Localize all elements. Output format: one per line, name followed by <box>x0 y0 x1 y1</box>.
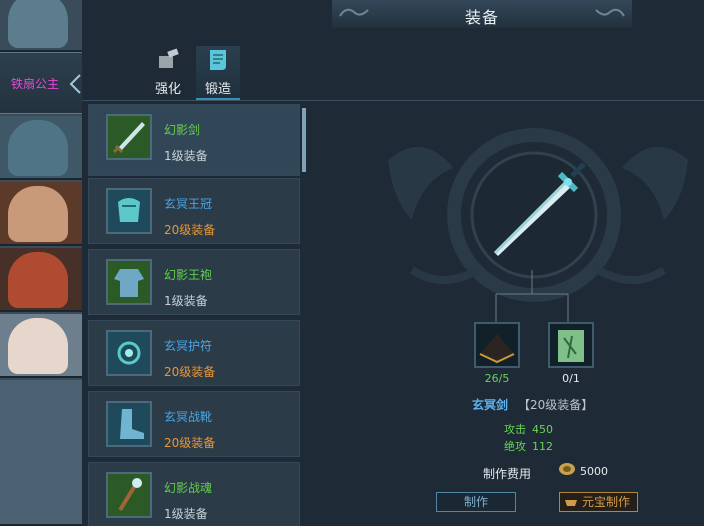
hero-portrait-2[interactable] <box>0 116 82 180</box>
item-level: 20级装备 <box>164 365 216 379</box>
item-name: 幻影战魂 <box>164 481 213 495</box>
recipe-tree-lines <box>495 270 569 326</box>
list-item[interactable]: 幻影剑 1级装备 <box>88 104 300 176</box>
material-count-1: 26/5 <box>484 372 510 385</box>
item-slot <box>106 401 152 447</box>
hero-portrait-6[interactable] <box>0 380 82 526</box>
tab-divider <box>82 100 704 101</box>
item-slot <box>106 472 152 518</box>
item-level: 1级装备 <box>164 294 208 308</box>
item-name: 玄冥战靴 <box>164 410 213 424</box>
stat-label: 攻击 <box>504 423 526 436</box>
item-level: 1级装备 <box>164 149 208 163</box>
material-slot-2[interactable] <box>548 322 594 368</box>
tab-forge[interactable]: 锻造 <box>196 46 240 100</box>
tab-enhance[interactable]: 强化 <box>146 46 190 100</box>
stat-value: 112 <box>532 440 553 453</box>
list-item[interactable]: 玄冥王冠 20级装备 <box>88 178 300 244</box>
ore-pile-icon <box>479 334 515 364</box>
equipment-list: 幻影剑 1级装备 玄冥王冠 20级装备 幻影王袍 1级装备 玄冥护符 20级装备… <box>88 104 306 526</box>
hero-column: 铁扇公主 <box>0 0 82 526</box>
hero-selected-name: 铁扇公主 <box>10 77 59 91</box>
stat-crit-attack: 绝攻 112 <box>504 438 553 454</box>
item-name: 幻影王袍 <box>164 268 213 282</box>
hero-face <box>8 120 68 176</box>
hero-portrait-4[interactable] <box>0 248 82 312</box>
item-level: 20级装备 <box>164 223 216 237</box>
item-slot <box>106 330 152 376</box>
window-title: 装备 <box>464 8 499 27</box>
list-item[interactable]: 幻影战魂 1级装备 <box>88 462 300 526</box>
result-item-name: 玄冥剑 <box>472 398 509 412</box>
coin-icon <box>559 463 575 475</box>
stat-label: 绝攻 <box>504 440 526 453</box>
item-slot <box>106 114 152 160</box>
cloud-ornament-icon <box>595 8 625 17</box>
cost-label: 制作费用 <box>483 467 532 481</box>
hero-portrait-1[interactable] <box>0 0 82 52</box>
hero-portrait-3[interactable] <box>0 182 82 246</box>
stat-value: 450 <box>532 423 553 436</box>
cost-value: 5000 <box>580 465 608 478</box>
boots-icon <box>108 403 150 445</box>
list-item[interactable]: 玄冥护符 20级装备 <box>88 320 300 386</box>
amulet-icon <box>108 332 150 374</box>
stat-attack: 攻击 450 <box>504 421 553 437</box>
item-name: 幻影剑 <box>164 123 201 137</box>
chevron-left-icon <box>69 74 81 94</box>
result-sword-icon <box>494 162 586 256</box>
item-slot <box>106 188 152 234</box>
title-bar: 装备 <box>332 0 632 28</box>
hero-face <box>8 0 68 48</box>
gold-make-label: 元宝制作 <box>582 495 631 509</box>
item-slot <box>106 259 152 305</box>
hero-selected-slot[interactable]: 铁扇公主 <box>0 52 82 114</box>
result-item-level: 【20级装备】 <box>518 398 594 412</box>
crown-icon <box>108 190 150 232</box>
hero-face <box>8 252 68 308</box>
item-name: 玄冥护符 <box>164 339 213 353</box>
item-level: 20级装备 <box>164 436 216 450</box>
tab-forge-label: 锻造 <box>204 82 231 97</box>
staff-icon <box>108 474 150 516</box>
make-button[interactable]: 制作 <box>436 492 516 512</box>
tab-enhance-label: 强化 <box>154 82 181 97</box>
anvil-icon <box>159 48 179 68</box>
equipment-panel: 装备 强化 锻造 幻影剑 1级装备 玄冥王冠 20级装备 幻影王袍 1级装备 玄… <box>82 0 704 526</box>
craft-area: 26/5 0/1 玄冥剑 【20级装备】 攻击 450 绝攻 112 制作费用 50… <box>302 102 704 526</box>
sword-icon <box>108 116 150 158</box>
material-count-2: 0/1 <box>562 372 580 385</box>
scroll-icon <box>210 50 226 70</box>
material-slot-1[interactable] <box>474 322 520 368</box>
gold-make-button[interactable]: 元宝制作 <box>559 492 638 512</box>
hero-face <box>8 318 68 374</box>
gold-ingot-icon <box>565 500 577 506</box>
list-item[interactable]: 幻影王袍 1级装备 <box>88 249 300 315</box>
list-item[interactable]: 玄冥战靴 20级装备 <box>88 391 300 457</box>
hero-face <box>8 186 68 242</box>
item-name: 玄冥王冠 <box>164 197 213 211</box>
robe-icon <box>108 261 150 303</box>
hero-portrait-5[interactable] <box>0 314 82 378</box>
recipe-scroll-icon <box>558 330 584 362</box>
item-level: 1级装备 <box>164 507 208 521</box>
